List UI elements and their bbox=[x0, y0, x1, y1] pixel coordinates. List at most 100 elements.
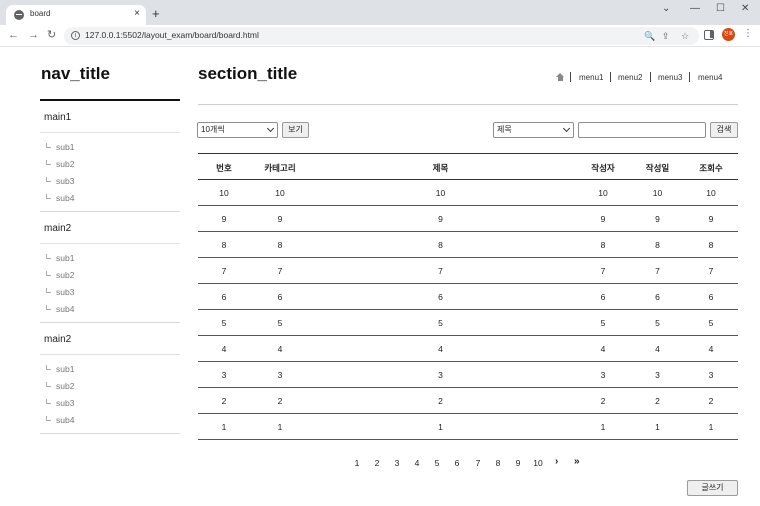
zoom-icon[interactable]: 🔍 bbox=[644, 30, 655, 42]
chevron-down-icon bbox=[562, 124, 571, 133]
page-link-8[interactable]: 8 bbox=[491, 458, 505, 468]
nav-sub-item[interactable]: sub4 bbox=[46, 304, 74, 314]
table-row[interactable]: 4 4 4 4 4 4 bbox=[198, 336, 738, 362]
url-text[interactable]: 127.0.0.1:5502/layout_exam/board/board.h… bbox=[85, 30, 259, 40]
last-page-icon[interactable]: » bbox=[574, 456, 580, 467]
search-field-select[interactable]: 제목 bbox=[493, 122, 574, 138]
table-header: 번호 카테고리 제목 작성자 작성일 조회수 bbox=[198, 153, 738, 180]
nav-sub-item[interactable]: sub4 bbox=[46, 415, 74, 425]
nav-sub-item[interactable]: sub1 bbox=[46, 364, 74, 374]
cell-number: 3 bbox=[221, 370, 227, 380]
cell-views: 2 bbox=[708, 396, 714, 406]
cell-date: 1 bbox=[655, 422, 660, 432]
back-icon[interactable]: ← bbox=[8, 29, 19, 41]
table-row[interactable]: 7 7 7 7 7 7 bbox=[198, 258, 738, 284]
profile-avatar[interactable]: 진호 bbox=[722, 28, 735, 41]
site-info-icon[interactable]: i bbox=[71, 31, 80, 40]
page-link-10[interactable]: 10 bbox=[531, 458, 545, 468]
cell-title[interactable]: 7 bbox=[398, 266, 483, 276]
nav-main-item[interactable]: main2 bbox=[44, 223, 71, 234]
section-title: section_title bbox=[198, 64, 298, 83]
cell-title[interactable]: 1 bbox=[398, 422, 483, 432]
tab-search-icon[interactable]: ⌄ bbox=[662, 3, 670, 15]
nav-sub-item[interactable]: sub3 bbox=[46, 287, 74, 297]
table-row[interactable]: 2 2 2 2 2 2 bbox=[198, 388, 738, 414]
menu-item-3[interactable]: menu3 bbox=[658, 73, 682, 82]
search-input[interactable] bbox=[578, 122, 706, 138]
menu-item-1[interactable]: menu1 bbox=[579, 73, 603, 82]
page-link-6[interactable]: 6 bbox=[450, 458, 464, 468]
page-link-5[interactable]: 5 bbox=[430, 458, 444, 468]
cell-date: 6 bbox=[655, 292, 660, 302]
browser-toolbar: ← → ↻ i 127.0.0.1:5502/layout_exam/board… bbox=[0, 25, 760, 47]
nav-sub-item[interactable]: sub3 bbox=[46, 398, 74, 408]
maximize-icon[interactable]: ☐ bbox=[716, 3, 725, 15]
nav-sub-item[interactable]: sub1 bbox=[46, 253, 74, 263]
nav-sub-item[interactable]: sub2 bbox=[46, 381, 74, 391]
share-icon[interactable]: ⇪ bbox=[662, 30, 670, 42]
header-date: 작성일 bbox=[645, 163, 670, 173]
sub-indent-icon bbox=[46, 382, 51, 387]
cell-date: 10 bbox=[652, 188, 663, 198]
cell-title[interactable]: 5 bbox=[398, 318, 483, 328]
browser-tab[interactable]: board × bbox=[6, 5, 146, 25]
browser-tab-strip: board × + ⌄ — ☐ ✕ bbox=[0, 0, 760, 25]
bookmark-star-icon[interactable]: ☆ bbox=[681, 30, 689, 42]
nav-main-item[interactable]: main2 bbox=[44, 334, 71, 345]
side-panel-icon[interactable] bbox=[704, 30, 714, 40]
browser-menu-icon[interactable]: ⋮ bbox=[743, 28, 753, 40]
nav-sub-item[interactable]: sub3 bbox=[46, 176, 74, 186]
nav-sub-item[interactable]: sub4 bbox=[46, 193, 74, 203]
cell-title[interactable]: 2 bbox=[398, 396, 483, 406]
next-page-icon[interactable]: › bbox=[555, 456, 558, 467]
window-close-icon[interactable]: ✕ bbox=[741, 3, 749, 15]
page-size-select[interactable]: 10개씩 bbox=[197, 122, 278, 138]
view-button[interactable]: 보기 bbox=[282, 122, 309, 138]
write-button[interactable]: 글쓰기 bbox=[687, 480, 738, 496]
page-link-9[interactable]: 9 bbox=[511, 458, 525, 468]
cell-title[interactable]: 9 bbox=[398, 214, 483, 224]
table-row[interactable]: 8 8 8 8 8 8 bbox=[198, 232, 738, 258]
page-link-1[interactable]: 1 bbox=[350, 458, 364, 468]
nav-sub-item[interactable]: sub2 bbox=[46, 159, 74, 169]
cell-author: 10 bbox=[598, 188, 608, 198]
home-icon[interactable] bbox=[556, 73, 565, 81]
cell-title[interactable]: 8 bbox=[398, 240, 483, 250]
cell-title[interactable]: 6 bbox=[398, 292, 483, 302]
menu-item-2[interactable]: menu2 bbox=[618, 73, 642, 82]
menu-item-4[interactable]: menu4 bbox=[698, 73, 722, 82]
cell-category: 7 bbox=[277, 266, 283, 276]
address-bar[interactable]: i 127.0.0.1:5502/layout_exam/board/board… bbox=[64, 27, 699, 45]
cell-author: 4 bbox=[600, 344, 606, 354]
page-link-3[interactable]: 3 bbox=[390, 458, 404, 468]
cell-title[interactable]: 3 bbox=[398, 370, 483, 380]
table-row[interactable]: 10 10 10 10 10 10 bbox=[198, 180, 738, 206]
nav-main-item[interactable]: main1 bbox=[44, 112, 71, 123]
table-row[interactable]: 6 6 6 6 6 6 bbox=[198, 284, 738, 310]
cell-views: 9 bbox=[708, 214, 714, 224]
nav-sub-item[interactable]: sub2 bbox=[46, 270, 74, 280]
page-link-2[interactable]: 2 bbox=[370, 458, 384, 468]
reload-icon[interactable]: ↻ bbox=[47, 29, 56, 41]
tab-close-icon[interactable]: × bbox=[134, 8, 140, 20]
table-row[interactable]: 5 5 5 5 5 5 bbox=[198, 310, 738, 336]
nav-sub-item[interactable]: sub1 bbox=[46, 142, 74, 152]
cell-category: 5 bbox=[277, 318, 283, 328]
page-link-7[interactable]: 7 bbox=[471, 458, 485, 468]
forward-icon[interactable]: → bbox=[28, 29, 39, 41]
table-row[interactable]: 9 9 9 9 9 9 bbox=[198, 206, 738, 232]
search-button[interactable]: 검색 bbox=[710, 122, 738, 138]
page-link-4[interactable]: 4 bbox=[410, 458, 424, 468]
cell-date: 5 bbox=[655, 318, 660, 328]
chevron-down-icon bbox=[266, 124, 275, 133]
table-row[interactable]: 1 1 1 1 1 1 bbox=[198, 414, 738, 440]
cell-date: 9 bbox=[655, 214, 660, 224]
cell-title[interactable]: 10 bbox=[398, 188, 483, 198]
sub-indent-icon bbox=[46, 194, 51, 199]
minimize-icon[interactable]: — bbox=[690, 3, 700, 15]
cell-views: 7 bbox=[708, 266, 714, 276]
cell-category: 9 bbox=[277, 214, 283, 224]
cell-title[interactable]: 4 bbox=[398, 344, 483, 354]
new-tab-icon[interactable]: + bbox=[152, 7, 160, 20]
table-row[interactable]: 3 3 3 3 3 3 bbox=[198, 362, 738, 388]
